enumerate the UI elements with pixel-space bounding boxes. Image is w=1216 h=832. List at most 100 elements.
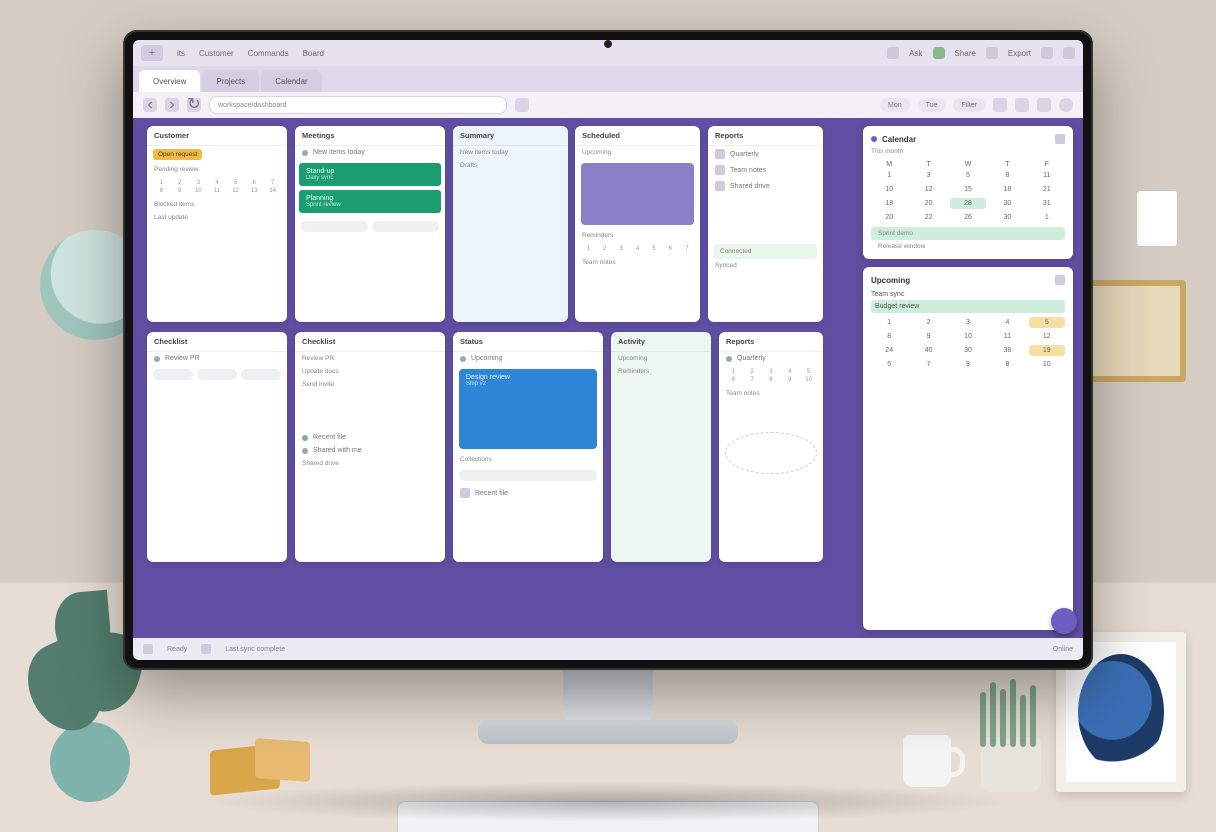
title-action-1[interactable] (887, 47, 899, 59)
dashboard-canvas: Customer Open request Pending review 123… (133, 118, 1083, 660)
calendar-card[interactable]: Calendar This month MTWTF 135811 1012151… (863, 126, 1073, 259)
chk-r2[interactable]: Shared with me (295, 444, 445, 457)
bl-pill2[interactable] (197, 369, 237, 380)
title-item-1[interactable]: Customer (199, 49, 234, 58)
upcoming-title: Upcoming (871, 276, 910, 285)
title-right-0[interactable]: Ask (909, 49, 922, 58)
card-customer-title: Customer (147, 126, 287, 146)
summary-l1: New items today (453, 146, 568, 159)
card-activity[interactable]: Activity Upcoming Reminders (611, 332, 711, 562)
meeting-standup[interactable]: Stand-up Daily sync (299, 163, 441, 186)
upcoming-r1[interactable]: Team sync (871, 289, 1065, 300)
grid-icon[interactable] (993, 98, 1007, 112)
reports-highlight: Connected (714, 244, 817, 259)
toolbar-chip-2[interactable]: Tue (918, 98, 946, 112)
status-pill[interactable] (459, 470, 597, 481)
meetings-pill-2[interactable] (372, 221, 439, 232)
bell-icon[interactable] (986, 47, 998, 59)
avatar-icon[interactable] (1059, 98, 1073, 112)
mini-calendar-3[interactable]: 12345 678910 (719, 365, 823, 387)
address-field[interactable]: workspace/dashboard (209, 96, 507, 114)
scheduled-l1: Upcoming (575, 146, 700, 159)
chk-r1[interactable]: Recent file (295, 431, 445, 444)
toolbar-chip-3[interactable]: Filter (953, 98, 985, 112)
chk-l3: Send invite (295, 378, 445, 391)
bl-row1[interactable]: Review PR (147, 352, 287, 365)
window-titlebar: + its Customer Commands Board Ask Share … (133, 40, 1083, 66)
extra-r1: Quarterly (719, 352, 823, 365)
upcoming-menu-icon[interactable] (1055, 275, 1065, 285)
card-meetings[interactable]: Meetings New items today Stand-up Daily … (295, 126, 445, 322)
more-icon[interactable] (1015, 98, 1029, 112)
card-customer[interactable]: Customer Open request Pending review 123… (147, 126, 287, 322)
title-item-2[interactable]: Commands (248, 49, 289, 58)
card-checklist[interactable]: Checklist Review PR Update docs Send inv… (295, 332, 445, 562)
scheduled-block[interactable] (581, 163, 694, 225)
card-meetings-title: Meetings (295, 126, 445, 146)
fab-add-button[interactable] (1051, 608, 1077, 634)
calendar-menu-icon[interactable] (1055, 134, 1065, 144)
meeting-planning-title: Planning (306, 195, 434, 202)
tab-projects[interactable]: Projects (202, 70, 259, 92)
gear-icon[interactable] (1041, 47, 1053, 59)
mini-calendar-1[interactable]: 1234567 891011121314 (147, 176, 287, 198)
status-block-sub: Ship v2 (466, 381, 590, 387)
calendar-title: Calendar (882, 135, 916, 144)
share-icon (715, 181, 725, 191)
card-status[interactable]: Status Upcoming Design review Ship v2 Co… (453, 332, 603, 562)
user-icon[interactable] (933, 47, 945, 59)
card-extra[interactable]: Reports Quarterly 12345 678910 Team note… (719, 332, 823, 562)
card-summary-title: Summary (453, 126, 568, 146)
tab-overview[interactable]: Overview (139, 70, 200, 92)
new-tab-button[interactable]: + (141, 45, 163, 61)
upcoming-r2[interactable]: Budget review (871, 300, 1065, 313)
card-customer-line1: Pending review (147, 163, 287, 176)
title-right-1[interactable]: Share (955, 49, 976, 58)
chk-l1: Review PR (295, 352, 445, 365)
meeting-planning-sub: Sprint review (306, 202, 434, 208)
monitor: + its Customer Commands Board Ask Share … (123, 30, 1093, 670)
title-item-3[interactable]: Board (303, 49, 324, 58)
nav-fwd-icon[interactable]: › (165, 98, 179, 112)
card-reports-title: Reports (708, 126, 823, 146)
card-backlog-left[interactable]: Checklist Review PR (147, 332, 287, 562)
bl-pill3[interactable] (241, 369, 281, 380)
meeting-planning[interactable]: Planning Sprint review (299, 190, 441, 213)
status-r2[interactable]: Recent file (453, 485, 603, 501)
menu-icon[interactable] (1037, 98, 1051, 112)
close-icon[interactable] (1063, 47, 1075, 59)
scheduled-l3: Team notes (575, 256, 700, 269)
bl-pill1[interactable] (153, 369, 193, 380)
mini-calendar-2[interactable]: 1234567 (575, 242, 700, 256)
reload-icon[interactable]: ↻ (187, 98, 201, 112)
tab-calendar[interactable]: Calendar (261, 70, 321, 92)
tab-projects-label: Projects (216, 77, 245, 86)
calendar-grid-2[interactable]: 12345 89101112 2440303819 579810 (871, 317, 1065, 370)
card-scheduled-title: Scheduled (575, 126, 700, 146)
card-scheduled[interactable]: Scheduled Upcoming Reminders 1234567 Tea… (575, 126, 700, 322)
refresh-icon[interactable] (515, 98, 529, 112)
footer-f3: Online (1053, 646, 1073, 653)
cal-note-1[interactable]: Sprint demo (871, 227, 1065, 240)
chip-open-request[interactable]: Open request (153, 149, 202, 160)
app-screen: + its Customer Commands Board Ask Share … (133, 40, 1083, 660)
calendar-sub: This month (871, 148, 1065, 159)
activity-l2: Reminders (611, 365, 711, 378)
mug (903, 735, 951, 787)
upcoming-card[interactable]: Upcoming Team sync Budget review 12345 8… (863, 267, 1073, 630)
reports-foot: Synced (708, 259, 823, 272)
status-bar: Ready Last sync complete Online (133, 638, 1083, 660)
card-reports[interactable]: Reports Quarterly Team notes Shared driv… (708, 126, 823, 322)
meetings-pill-1[interactable] (301, 221, 368, 232)
calendar-grid-1[interactable]: 135811 1012151821 1820283031 202226301 (871, 170, 1065, 223)
title-right-2[interactable]: Export (1008, 49, 1031, 58)
card-summary[interactable]: Summary New items today Drafts (453, 126, 568, 322)
toolbar-chip-1[interactable]: Mon (880, 98, 910, 112)
card-checklist-title: Checklist (295, 332, 445, 352)
footer-f2: Last sync complete (225, 646, 285, 653)
status-block[interactable]: Design review Ship v2 (459, 369, 597, 449)
reports-row1: Quarterly (708, 146, 823, 162)
card-customer-line3: Last update (147, 211, 287, 224)
nav-back-icon[interactable]: ‹ (143, 98, 157, 112)
cal-note-2: Release window (871, 240, 1065, 253)
